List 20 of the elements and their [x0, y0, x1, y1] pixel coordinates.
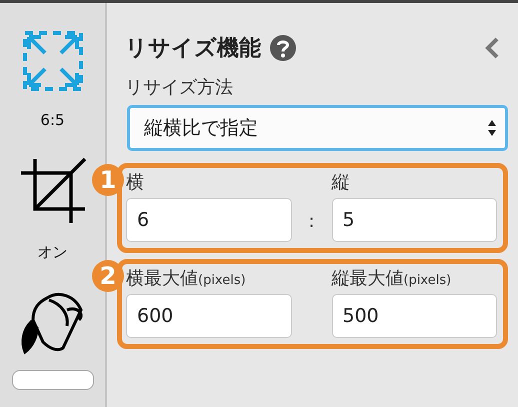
field-label: 横 [126, 171, 145, 194]
ratio-separator: : [307, 211, 316, 234]
tool-label: 6:5 [40, 111, 65, 129]
tool-label: オン [38, 243, 68, 262]
help-icon[interactable] [269, 34, 297, 62]
method-label: リサイズ方法 [125, 76, 234, 99]
step-badge: 1 [92, 164, 124, 196]
input-field[interactable]: 5 [332, 198, 497, 242]
collapse-icon[interactable] [484, 36, 500, 60]
input-field[interactable]: 500 [332, 294, 497, 338]
input-field[interactable]: 600 [126, 294, 292, 338]
input-field[interactable]: 6 [126, 198, 292, 242]
updown-icon [487, 119, 497, 137]
field-label: 縦 [332, 171, 350, 194]
panel-title: リサイズ機能 [125, 35, 261, 63]
step-badge: 2 [92, 260, 124, 292]
field-label: 縦最大値(pixels) [332, 267, 452, 290]
method-select[interactable]: 縦横比で指定 [127, 105, 508, 151]
field-label: 横最大値(pixels) [126, 267, 247, 290]
crop-icon[interactable] [18, 157, 86, 225]
